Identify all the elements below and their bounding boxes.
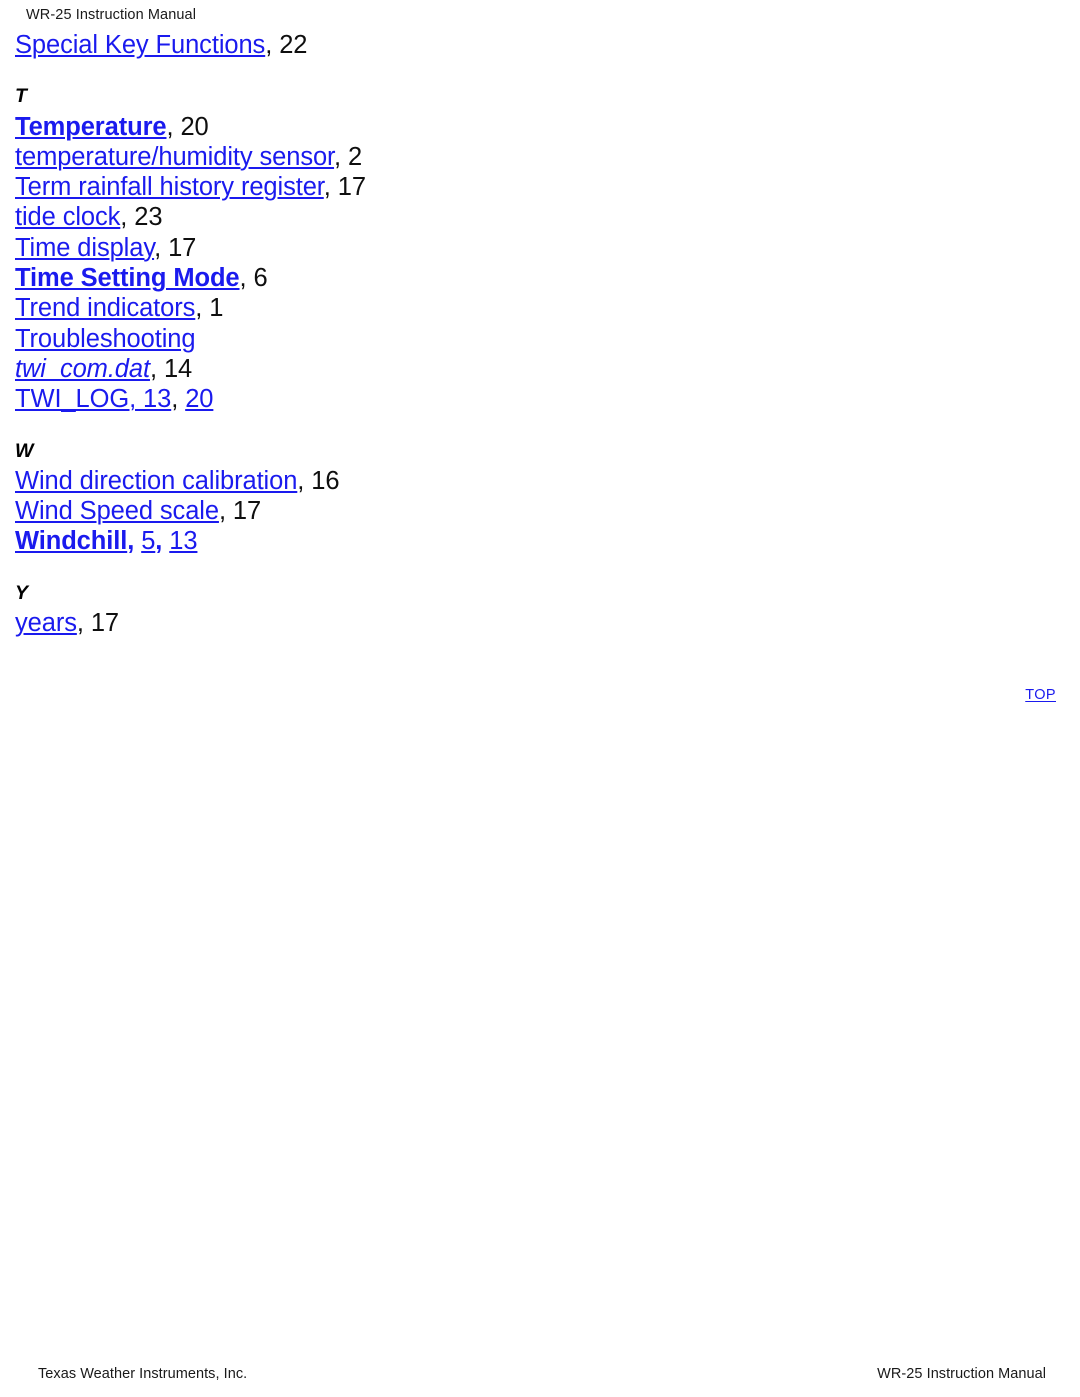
index-entry-separator: , (149, 354, 164, 383)
index-entry-page-link[interactable]: 5 (141, 527, 155, 555)
index-entry-page: 17 (90, 609, 120, 638)
running-header: WR-25 Instruction Manual (26, 7, 197, 23)
index-entry-separator: , (120, 203, 135, 232)
top-link-row: TOP (0, 686, 1080, 704)
index-entry-page: 20 (180, 112, 209, 141)
index-entry-link[interactable]: Wind direction calibration (15, 467, 297, 495)
index-entry-page: 1 (209, 294, 224, 323)
index-entry-page: 6 (253, 264, 268, 293)
index-entry-link[interactable]: twi_com.dat (15, 355, 150, 383)
index-entry: Wind Speed scale, 17 (0, 496, 1080, 526)
index-entry-separator: , (76, 609, 91, 638)
index-entry-link[interactable]: Windchill (15, 527, 127, 555)
index-entry: Trend indicators, 1 (0, 293, 1080, 323)
index-entry-page-link-2[interactable]: 13 (169, 527, 197, 555)
index-letter-heading-t: T (15, 85, 28, 108)
index-entry: tide clock, 23 (0, 202, 1080, 232)
index-entry-link[interactable]: Time display (15, 234, 154, 262)
index-entry-separator: , (297, 466, 312, 495)
index-entry-page: 17 (168, 233, 197, 262)
index-entry-link[interactable]: Trend indicators (15, 294, 195, 322)
footer-title: WR-25 Instruction Manual (877, 1366, 1046, 1382)
index-entry-separator: , (166, 112, 181, 141)
index-entry-separator: , (154, 233, 169, 262)
index-entry-page: 17 (337, 173, 366, 202)
index-entry: years, 17 (0, 608, 1080, 638)
index-entry: Time display, 17 (0, 233, 1080, 263)
top-link[interactable]: TOP (1025, 687, 1056, 703)
index-entry: Special Key Functions, 22 (0, 30, 1080, 60)
index-entry: Term rainfall history register, 17 (0, 172, 1080, 202)
index-entry: temperature/humidity sensor, 2 (0, 142, 1080, 172)
index-entry: twi_com.dat, 14 (0, 354, 1080, 384)
index-entry-page: 14 (163, 354, 193, 383)
index-entry-link[interactable]: Temperature (15, 113, 167, 141)
index-entry: Wind direction calibration, 16 (0, 466, 1080, 496)
index-entry: TWI_LOG, 13, 20 (0, 384, 1080, 414)
index-entry-link[interactable]: Time Setting Mode (15, 264, 240, 292)
index-letter-heading-w: W (15, 439, 34, 462)
index-entry-link[interactable]: years (15, 609, 77, 637)
index-entry-page: 22 (279, 31, 308, 59)
index-entry-separator-2: , (155, 527, 170, 556)
index-entry-separator: , (127, 527, 142, 556)
index-entry-separator: , (218, 497, 233, 526)
index-entry: Temperature, 20 (0, 112, 1080, 142)
running-footer: Texas Weather Instruments, Inc. WR-25 In… (0, 1365, 1080, 1383)
index-entry-page: 16 (311, 466, 340, 495)
index-entry-separator: , (239, 264, 254, 293)
index-entry-link[interactable]: TWI_LOG, 13 (15, 385, 171, 413)
footer-company: Texas Weather Instruments, Inc. (38, 1366, 248, 1382)
index-entry: Time Setting Mode, 6 (0, 263, 1080, 293)
index-entry-link[interactable]: Troubleshooting (15, 325, 196, 353)
index-entry-link[interactable]: Term rainfall history register (15, 173, 324, 201)
document-page: WR-25 Instruction Manual Special Key Fun… (0, 0, 1080, 1397)
index-entry-separator: , (334, 142, 349, 171)
index-entry-page-link[interactable]: 20 (185, 385, 213, 413)
index-entry-link[interactable]: Special Key Functions (15, 31, 265, 59)
index-entry-separator: , (265, 31, 280, 59)
index-entry-separator: , (323, 173, 338, 202)
index-entry-link[interactable]: tide clock (15, 203, 120, 231)
index-letter-heading-y: Y (15, 581, 29, 604)
index-entry-link[interactable]: Wind Speed scale (15, 497, 219, 525)
index-entry-separator: , (171, 385, 186, 414)
index-entry-page: 2 (348, 142, 363, 171)
index-entry: Troubleshooting (0, 324, 1080, 354)
index-entry: Windchill, 5, 13 (0, 526, 1080, 556)
index-content: Special Key Functions, 22 T Temperature,… (0, 30, 1080, 638)
index-entry-page: 23 (134, 203, 163, 232)
index-entry-link[interactable]: temperature/humidity sensor (15, 143, 334, 171)
index-entry-page: 17 (232, 497, 262, 526)
index-entry-separator: , (195, 294, 210, 323)
